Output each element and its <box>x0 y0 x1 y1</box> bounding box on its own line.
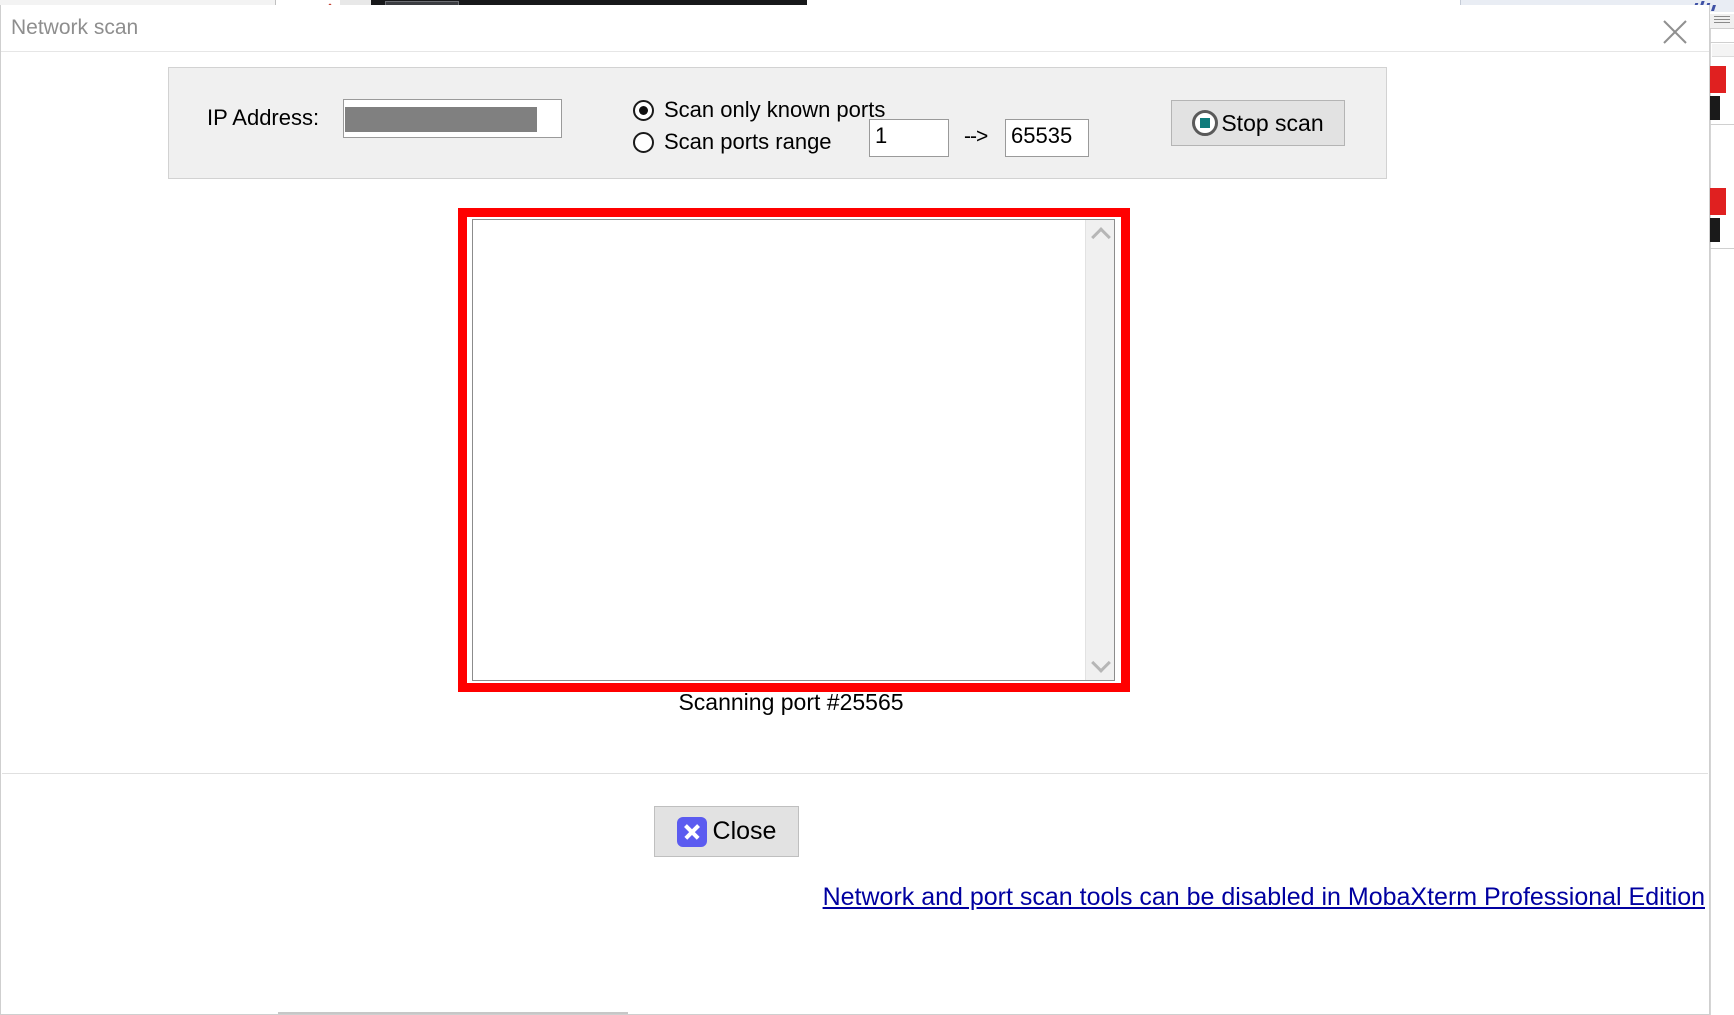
background-right-window <box>1710 14 1734 1015</box>
close-button[interactable]: Close <box>654 806 799 857</box>
background-divider <box>1710 124 1734 125</box>
dialog-title: Network scan <box>11 16 139 39</box>
scan-status-text: Scanning port #25565 <box>678 689 904 715</box>
background-divider <box>1710 248 1734 249</box>
close-button-label: Close <box>712 817 777 845</box>
network-scan-dialog: Network scan IP Address: Scan only known… <box>0 5 1710 1015</box>
close-square-icon <box>676 816 707 847</box>
professional-edition-link[interactable]: Network and port scan tools can be disab… <box>823 883 1705 912</box>
background-divider <box>1710 42 1734 43</box>
radio-scan-known-ports[interactable]: Scan only known ports <box>633 97 885 123</box>
screen-root: Network scan IP Address: Scan only known… <box>0 0 1734 1015</box>
dialog-titlebar: Network scan <box>1 5 1709 52</box>
window-close-button[interactable] <box>1647 9 1703 47</box>
background-bottom-underline <box>278 1012 628 1014</box>
background-black-marker <box>1710 96 1720 120</box>
background-red-marker <box>1710 188 1726 215</box>
results-highlight-annotation <box>458 208 1130 692</box>
stop-scan-button[interactable]: Stop scan <box>1171 100 1345 146</box>
background-black-marker <box>1710 218 1720 242</box>
port-range-to-input[interactable]: 65535 <box>1005 119 1089 157</box>
stop-scan-label: Stop scan <box>1221 109 1324 136</box>
footer-separator <box>2 773 1708 774</box>
ip-address-label: IP Address: <box>207 105 320 130</box>
port-range-arrow: --> <box>964 125 988 148</box>
radio-scan-ports-range[interactable]: Scan ports range <box>633 129 832 155</box>
hamburger-icon <box>1714 16 1730 26</box>
background-right-window-item <box>1712 44 1734 57</box>
ip-address-redacted-value <box>345 107 537 132</box>
radio-known-label: Scan only known ports <box>664 97 886 122</box>
port-range-from-input[interactable]: 1 <box>869 119 949 157</box>
stop-record-icon <box>1192 110 1219 136</box>
radio-range-indicator <box>633 131 654 153</box>
background-red-marker <box>1710 66 1726 93</box>
radio-known-indicator <box>633 99 654 121</box>
scan-settings-group: IP Address: Scan only known ports Scan p… <box>168 67 1387 179</box>
close-x-icon <box>1663 20 1687 44</box>
ip-address-input[interactable] <box>343 99 562 138</box>
radio-range-label: Scan ports range <box>664 129 832 154</box>
